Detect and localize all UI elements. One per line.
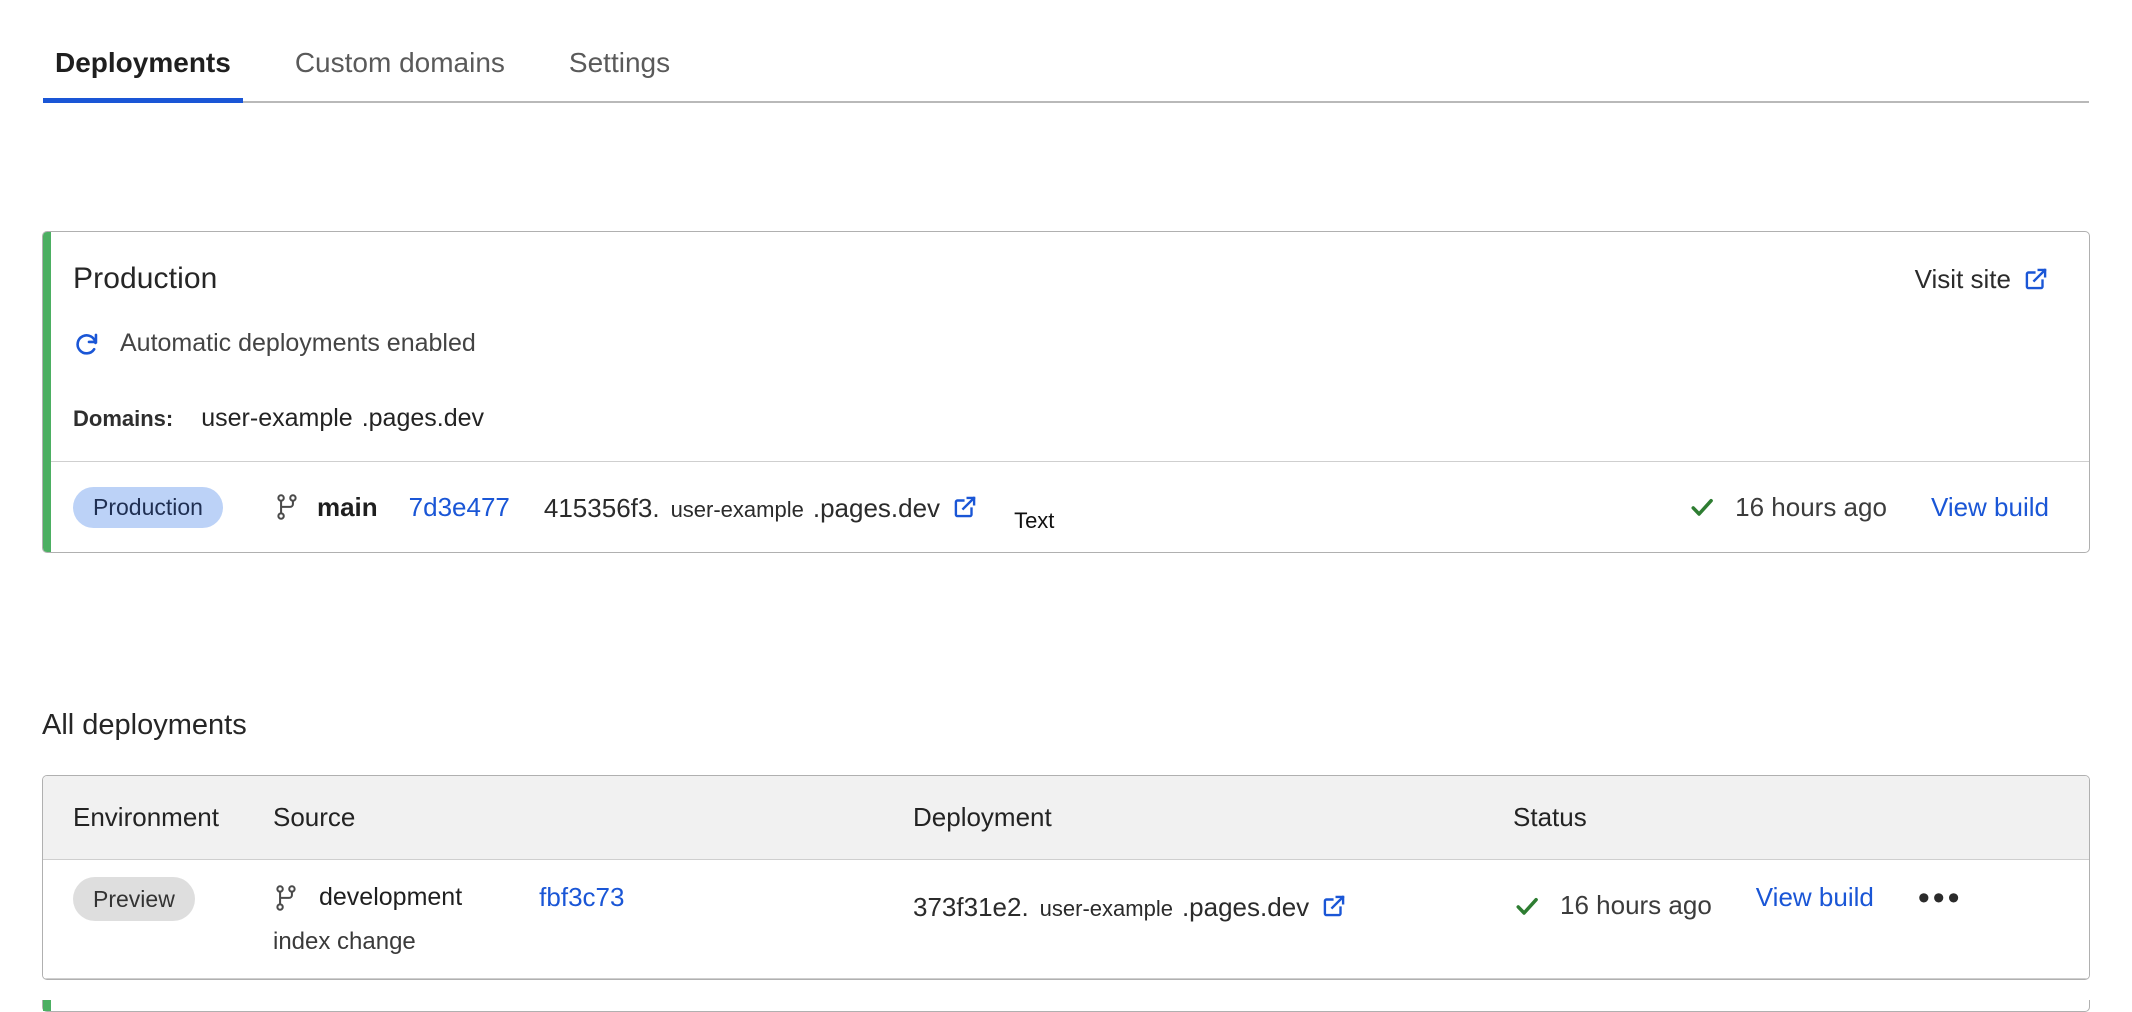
automatic-deployments-row: Automatic deployments enabled	[73, 329, 2049, 358]
external-link-icon[interactable]	[952, 494, 978, 520]
visit-site-label: Visit site	[1915, 264, 2011, 295]
visit-site-link[interactable]: Visit site	[1915, 264, 2049, 295]
row-source-line: development fbf3c73	[273, 882, 913, 913]
row-deployment-hash: 373f31e2.	[913, 892, 1029, 923]
production-deployment-suffix: .pages.dev	[813, 493, 940, 524]
tab-deployments-label: Deployments	[55, 47, 231, 78]
row-commit-hash[interactable]: fbf3c73	[539, 882, 624, 913]
external-link-icon[interactable]	[1321, 893, 1347, 919]
domains-label: Domains:	[73, 406, 173, 432]
text-annotation: Text	[1014, 508, 1054, 534]
production-deployment-row: Production main 7d3e477 415356f3. user-e…	[43, 462, 2089, 552]
production-accent-bar	[43, 232, 51, 552]
production-source: main 7d3e477	[274, 492, 510, 523]
production-status-time: 16 hours ago	[1735, 492, 1887, 523]
column-header-deployment: Deployment	[913, 802, 1513, 833]
tab-settings-label: Settings	[569, 47, 670, 78]
more-options-icon[interactable]: •••	[1918, 888, 1963, 908]
all-deployments-heading: All deployments	[42, 709, 247, 742]
all-deployments-table: Environment Source Deployment Status Pre…	[42, 775, 2090, 980]
row-commit-message: index change	[273, 928, 913, 956]
production-title: Production	[73, 262, 217, 296]
tab-deployments[interactable]: Deployments	[43, 47, 243, 103]
column-header-environment: Environment	[73, 802, 273, 833]
environment-badge-production: Production	[73, 487, 223, 528]
production-deployment-subdomain: user-example	[671, 497, 804, 523]
next-card-accent-bar	[43, 1000, 51, 1011]
table-row: Preview development fbf3c73 index change	[43, 860, 2089, 979]
external-link-icon	[2023, 266, 2049, 292]
next-deployment-card-peek	[42, 1000, 2090, 1012]
production-deployment-url[interactable]: 415356f3. user-example .pages.dev	[544, 491, 978, 524]
git-branch-icon	[274, 493, 300, 521]
row-branch-name: development	[319, 883, 462, 912]
row-status: 16 hours ago	[1513, 882, 1712, 921]
row-source-cell: development fbf3c73 index change	[273, 882, 913, 956]
row-deployment-cell: 373f31e2. user-example .pages.dev	[913, 882, 1513, 923]
row-status-time: 16 hours ago	[1560, 890, 1712, 921]
production-row-actions: 16 hours ago View build	[1688, 492, 2049, 523]
environment-badge-preview: Preview	[73, 877, 195, 921]
tab-custom-domains-label: Custom domains	[295, 47, 505, 78]
production-commit-hash[interactable]: 7d3e477	[409, 492, 510, 523]
domain-name: user-example	[201, 404, 352, 433]
production-card-header: Production Visit site Automa	[43, 232, 2089, 462]
tab-settings[interactable]: Settings	[557, 47, 682, 103]
row-environment-cell: Preview	[73, 882, 273, 912]
row-status-cell: 16 hours ago View build •••	[1513, 882, 2049, 921]
row-deployment-suffix: .pages.dev	[1182, 892, 1309, 923]
production-branch-name: main	[317, 492, 378, 523]
row-view-build-link[interactable]: View build	[1756, 882, 1874, 913]
production-status: 16 hours ago	[1688, 492, 1887, 523]
row-deployment-url[interactable]: 373f31e2. user-example .pages.dev	[913, 882, 1513, 923]
production-deployment-hash: 415356f3.	[544, 493, 660, 524]
column-header-source: Source	[273, 802, 913, 833]
production-card-title-row: Production Visit site	[73, 262, 2049, 296]
check-icon	[1513, 892, 1541, 920]
production-view-build-link[interactable]: View build	[1931, 492, 2049, 523]
column-header-status: Status	[1513, 802, 2049, 833]
row-deployment-subdomain: user-example	[1040, 896, 1173, 922]
row-actions: 16 hours ago View build •••	[1513, 882, 2049, 921]
domain-suffix: .pages.dev	[362, 404, 484, 433]
git-branch-icon	[273, 884, 299, 912]
refresh-icon	[73, 330, 100, 357]
check-icon	[1688, 493, 1716, 521]
tab-custom-domains[interactable]: Custom domains	[283, 47, 517, 103]
automatic-deployments-label: Automatic deployments enabled	[120, 329, 476, 358]
domains-row: Domains: user-example .pages.dev	[73, 404, 2049, 433]
production-card: Production Visit site Automa	[42, 231, 2090, 553]
tab-bar: Deployments Custom domains Settings	[0, 0, 2132, 103]
table-header-row: Environment Source Deployment Status	[43, 776, 2089, 860]
